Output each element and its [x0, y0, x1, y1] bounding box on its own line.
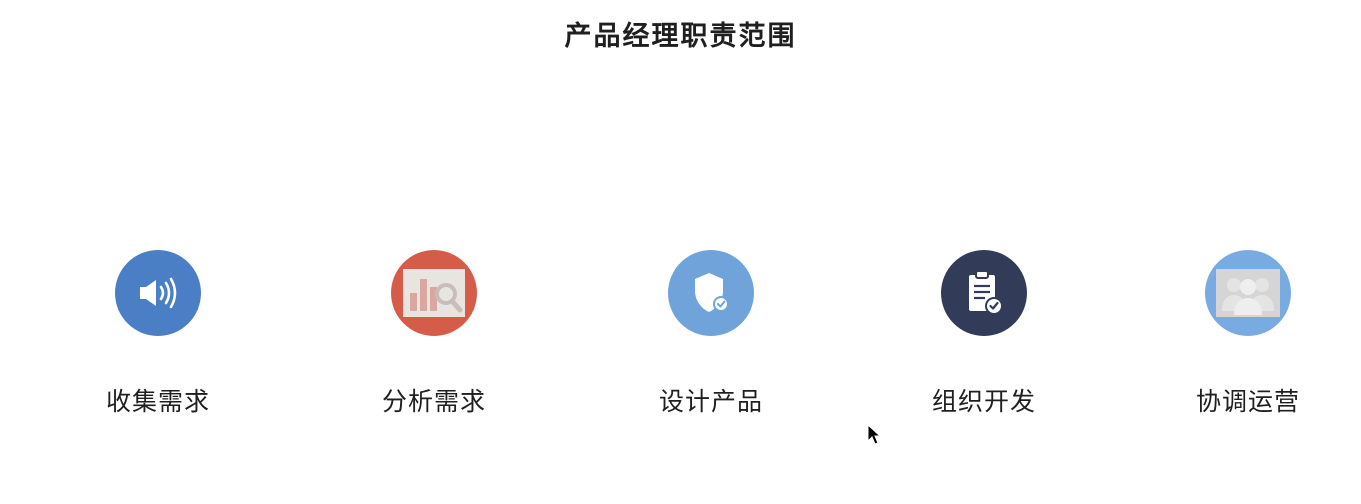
team-icon [1216, 269, 1280, 317]
clipboard-check-icon [969, 270, 1003, 315]
page-title: 产品经理职责范围 [564, 21, 797, 52]
step-label: 分析需求 [381, 387, 486, 416]
megaphone-icon [140, 277, 177, 309]
step-design-product[interactable]: 设计产品 [621, 250, 801, 418]
shield-check-icon [695, 273, 729, 312]
step-icon-circle [668, 250, 754, 336]
step-label: 收集需求 [105, 387, 210, 416]
step-icon-circle [1205, 250, 1291, 336]
step-icon-circle [115, 250, 201, 336]
mouse-cursor-icon [867, 424, 881, 445]
step-label: 协调运营 [1195, 387, 1300, 416]
step-analyze-requirements[interactable]: 分析需求 [344, 250, 524, 418]
step-collect-requirements[interactable]: 收集需求 [68, 250, 248, 418]
step-icon-circle [391, 250, 477, 336]
step-organize-development[interactable]: 组织开发 [894, 250, 1074, 418]
chart-magnifier-icon [403, 269, 465, 317]
step-label: 组织开发 [931, 387, 1036, 416]
step-label: 设计产品 [658, 387, 763, 416]
step-coordinate-operations[interactable]: 协调运营 [1158, 250, 1338, 418]
step-icon-circle [941, 250, 1027, 336]
